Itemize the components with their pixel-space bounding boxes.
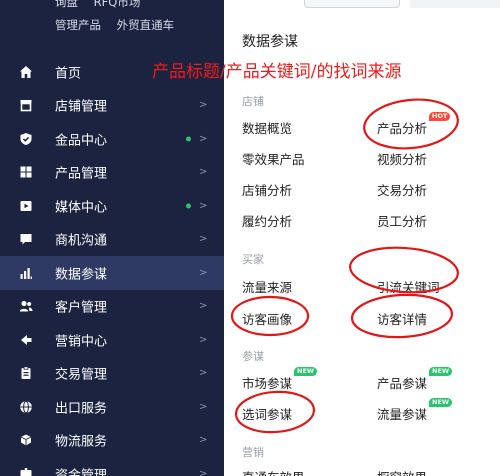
sidebar-item-label: 资金管理 xyxy=(55,468,108,476)
chevron-right-icon: > xyxy=(199,334,208,346)
link-traffic-advisor[interactable]: 流量参谋 NEW xyxy=(377,398,453,423)
top-toolbar-fragment xyxy=(224,0,500,10)
quick-link-rfq[interactable]: RFQ市场 xyxy=(94,0,141,9)
link-marketing-right[interactable]: 橱窗效果 xyxy=(377,467,427,476)
chevron-right-icon: > xyxy=(199,434,208,446)
video-icon xyxy=(19,199,33,213)
chevron-right-icon: > xyxy=(199,267,208,279)
link-product-advisor[interactable]: 产品参谋 NEW xyxy=(377,367,453,392)
new-badge: NEW xyxy=(429,367,453,376)
sidebar-item-label: 金品中心 xyxy=(55,133,108,149)
sidebar-item-label: 媒体中心 xyxy=(55,200,108,216)
quick-links-row-1: 询盘 RFQ市场 xyxy=(55,0,152,10)
sidebar-item-label: 物流服务 xyxy=(55,434,108,450)
section-advisor: 参谋 xyxy=(242,350,264,363)
grid-icon xyxy=(19,165,33,179)
section-buyer: 买家 xyxy=(242,253,264,266)
top-search-box[interactable] xyxy=(304,0,400,8)
link-marketing-left[interactable]: 直通车效果 xyxy=(242,467,305,476)
chat-icon xyxy=(19,232,33,246)
quick-link-p4p[interactable]: 外贸直通车 xyxy=(117,18,175,32)
sidebar-item-messages[interactable]: 商机沟通 > xyxy=(0,223,224,257)
sidebar-item-label: 营销中心 xyxy=(55,334,108,350)
sidebar-item-products[interactable]: 产品管理 > xyxy=(0,156,224,190)
hot-badge: HOT xyxy=(429,112,451,121)
marketing-icon xyxy=(19,333,33,347)
sidebar-item-customers[interactable]: 客户管理 > xyxy=(0,290,224,324)
sidebar-item-label: 数据参谋 xyxy=(55,267,108,283)
sidebar-item-label: 店铺管理 xyxy=(55,99,108,115)
store-icon xyxy=(19,98,33,112)
quick-link-inquiry[interactable]: 询盘 xyxy=(55,0,78,9)
sidebar-item-marketing[interactable]: 营销中心 > xyxy=(0,323,224,357)
sidebar-item-funds[interactable]: 资金管理 > xyxy=(0,457,224,476)
link-zero-effect-products[interactable]: 零效果产品 xyxy=(242,149,305,168)
chevron-right-icon: > xyxy=(199,468,208,476)
sidebar-item-media[interactable]: 媒体中心 > xyxy=(0,189,224,223)
top-tab-fragment[interactable] xyxy=(410,0,500,8)
users-icon xyxy=(19,299,33,313)
sidebar-item-store[interactable]: 店铺管理 > xyxy=(0,89,224,123)
link-staff-analysis[interactable]: 员工分析 xyxy=(377,211,427,230)
link-trade-analysis[interactable]: 交易分析 xyxy=(377,180,427,199)
link-label: 市场参谋 xyxy=(242,376,293,391)
sidebar-item-label: 交易管理 xyxy=(55,367,108,383)
chevron-right-icon: > xyxy=(199,300,208,312)
link-traffic-source[interactable]: 流量来源 xyxy=(242,277,292,296)
link-keyword-advisor[interactable]: 选词参谋 xyxy=(242,404,292,423)
quick-link-manage-products[interactable]: 管理产品 xyxy=(55,18,101,32)
sidebar-item-logistics[interactable]: 物流服务 > xyxy=(0,424,224,458)
sidebar-item-gold-center[interactable]: 金品中心 > xyxy=(0,122,224,156)
sidebar-item-label: 商机沟通 xyxy=(55,233,108,249)
shield-icon xyxy=(19,132,33,146)
bar-chart-icon xyxy=(19,266,33,280)
home-icon xyxy=(19,65,33,79)
link-market-advisor[interactable]: 市场参谋 NEW xyxy=(242,367,318,392)
chevron-right-icon: > xyxy=(199,200,208,212)
flyout-title: 数据参谋 xyxy=(242,34,298,50)
chevron-right-icon: > xyxy=(199,133,208,145)
globe-icon xyxy=(19,400,33,414)
sidebar-item-data-advisor[interactable]: 数据参谋 > xyxy=(0,256,224,290)
section-store: 店铺 xyxy=(242,95,264,108)
status-dot xyxy=(186,136,191,142)
section-marketing: 营销 xyxy=(242,446,264,459)
chevron-right-icon: > xyxy=(199,166,208,178)
quick-links-row-2: 管理产品 外贸直通车 xyxy=(55,17,186,33)
chevron-right-icon: > xyxy=(199,367,208,379)
sidebar-item-label: 出口服务 xyxy=(55,401,108,417)
link-visitor-detail[interactable]: 访客详情 xyxy=(377,309,427,328)
link-label: 产品参谋 xyxy=(377,376,428,391)
sidebar-item-label: 产品管理 xyxy=(55,166,108,182)
link-visitor-profile[interactable]: 访客画像 xyxy=(242,309,292,328)
link-label: 产品分析 xyxy=(377,121,428,136)
new-badge: NEW xyxy=(429,398,453,407)
sidebar-item-label: 客户管理 xyxy=(55,300,108,316)
link-video-analysis[interactable]: 视频分析 xyxy=(377,149,427,168)
sidebar-item-trade[interactable]: 交易管理 > xyxy=(0,357,224,391)
annotation-text: 产品标题/产品关键词/的找词来源 xyxy=(152,62,402,82)
link-traffic-keywords[interactable]: 引流关键词 xyxy=(377,277,440,296)
chevron-right-icon: > xyxy=(199,99,208,111)
link-data-overview[interactable]: 数据概览 xyxy=(242,118,292,137)
sidebar-nav: 首页 店铺管理 > 金品中心 > 产品管理 > 媒体中心 > 商机沟通 > 数据… xyxy=(0,55,224,476)
sidebar-item-label: 首页 xyxy=(55,66,82,82)
sidebar-item-export[interactable]: 出口服务 > xyxy=(0,390,224,424)
clipboard-icon xyxy=(19,366,33,380)
link-product-analysis[interactable]: 产品分析 HOT xyxy=(377,112,451,137)
chevron-right-icon: > xyxy=(199,401,208,413)
truck-icon xyxy=(19,433,33,447)
status-dot xyxy=(186,203,191,209)
link-store-analysis[interactable]: 店铺分析 xyxy=(242,180,292,199)
new-badge: NEW xyxy=(294,367,318,376)
link-fulfillment-analysis[interactable]: 履约分析 xyxy=(242,211,292,230)
chevron-right-icon: > xyxy=(199,233,208,245)
money-icon xyxy=(19,467,33,476)
link-label: 流量参谋 xyxy=(377,407,428,422)
